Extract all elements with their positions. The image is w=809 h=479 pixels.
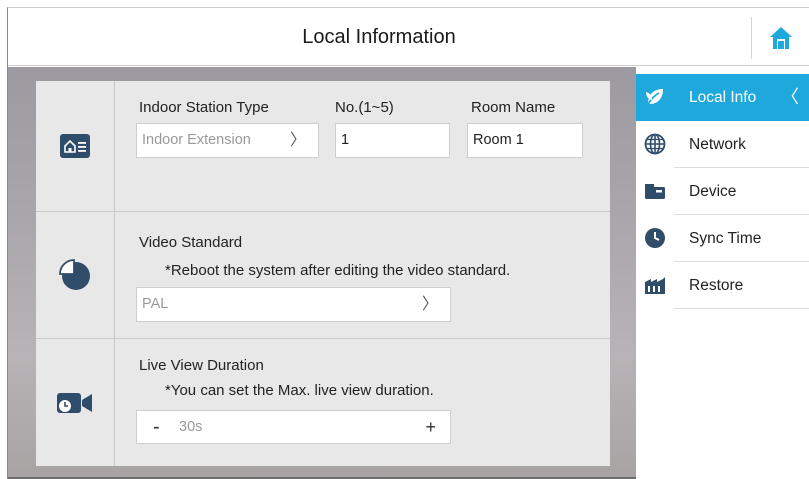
decrease-button[interactable]: - [153, 413, 160, 441]
globe-icon [644, 133, 666, 155]
chevron-left-icon: 〈 [781, 87, 799, 107]
video-standard-select[interactable]: PAL 〉 [136, 287, 451, 322]
video-standard-value: PAL [142, 296, 169, 312]
sidebar-item-label: Restore [689, 277, 744, 294]
sidebar: Local Info 〈 Network Device Sync Time Re… [636, 67, 809, 479]
sidebar-item-sync-time[interactable]: Sync Time [636, 215, 809, 262]
clock-icon [644, 227, 666, 249]
pie-chart-icon [59, 259, 90, 290]
sidebar-item-label: Network [689, 136, 746, 153]
station-type-select[interactable]: Indoor Extension 〉 [136, 123, 319, 158]
chevron-right-icon: 〉 [289, 132, 306, 149]
sidebar-item-label: Device [689, 183, 737, 200]
room-name-input[interactable]: Room 1 [467, 123, 583, 158]
chevron-right-icon: 〉 [421, 296, 438, 313]
factory-icon [644, 274, 666, 296]
settings-area: Indoor Station Type No.(1~5) Room Name I… [8, 67, 636, 479]
live-view-label: Live View Duration [139, 357, 264, 374]
station-type-label: Indoor Station Type [139, 99, 269, 116]
live-view-value: 30s [179, 419, 203, 435]
video-icon-cell [36, 212, 115, 338]
sidebar-item-device[interactable]: Device [636, 168, 809, 215]
device-icon [644, 180, 666, 202]
live-view-note: *You can set the Max. live view duration… [165, 382, 434, 399]
sidebar-item-label: Local Info [689, 89, 757, 106]
sidebar-item-label: Sync Time [689, 230, 762, 247]
station-icon-cell [36, 81, 115, 211]
increase-button[interactable]: + [425, 413, 436, 441]
video-standard-panel: Video Standard *Reboot the system after … [36, 211, 610, 338]
sidebar-item-network[interactable]: Network [636, 121, 809, 168]
leaf-icon [644, 86, 666, 108]
room-name-label: Room Name [471, 99, 556, 116]
video-standard-note: *Reboot the system after editing the vid… [165, 262, 511, 279]
live-view-icon-cell [36, 339, 115, 466]
sidebar-item-local-info[interactable]: Local Info 〈 [636, 74, 809, 121]
station-list-icon [60, 134, 90, 158]
live-view-panel: Live View Duration *You can set the Max.… [36, 338, 610, 466]
room-no-input[interactable]: 1 [335, 123, 450, 158]
home-button[interactable] [751, 17, 809, 59]
header-bar: Local Information [8, 8, 809, 66]
home-icon [769, 27, 792, 49]
room-no-label: No.(1~5) [335, 99, 394, 116]
live-view-stepper[interactable]: - 30s + [136, 410, 451, 444]
sidebar-item-restore[interactable]: Restore [636, 262, 809, 309]
page-title: Local Information [302, 26, 456, 48]
station-type-value: Indoor Extension [142, 132, 251, 148]
station-panel: Indoor Station Type No.(1~5) Room Name I… [36, 81, 610, 211]
camera-clock-icon [57, 392, 92, 413]
video-standard-label: Video Standard [139, 234, 243, 251]
divider [674, 308, 809, 309]
